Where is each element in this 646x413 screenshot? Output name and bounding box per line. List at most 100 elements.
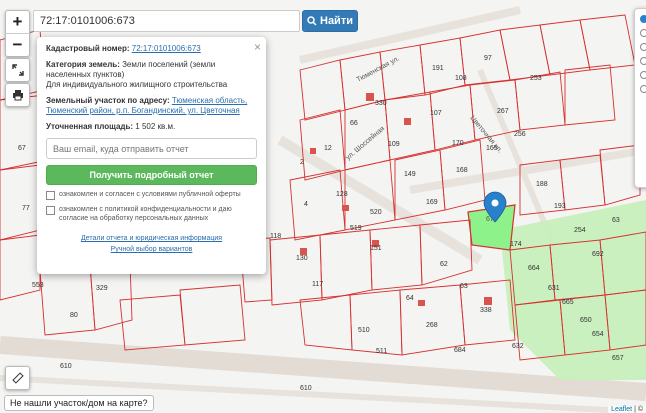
layer-radio[interactable] [640,85,646,93]
parcel-info-popup: × Кадастровый номер: 72:17:0101006:673 К… [37,37,266,274]
category-label: Категория земель: [46,60,120,69]
svg-text:684: 684 [454,347,466,354]
svg-text:128: 128 [336,191,348,198]
svg-text:267: 267 [497,108,509,115]
svg-text:268: 268 [426,322,438,329]
cadastral-number-link[interactable]: 72:17:0101006:673 [132,44,201,53]
svg-text:63: 63 [460,283,468,290]
svg-text:64: 64 [406,295,414,302]
permitted-use: Для индивидуального жилищного строительс… [46,80,228,89]
svg-text:193: 193 [554,203,566,210]
category-row: Категория земель: Земли поселений (земли… [46,60,257,90]
svg-text:664: 664 [528,265,540,272]
offer-consent[interactable]: ознакомлен и согласен с условиями публич… [46,190,257,200]
svg-text:253: 253 [530,75,542,82]
svg-text:169: 169 [426,199,438,206]
address-label: Земельный участок по адресу: [46,96,170,105]
privacy-checkbox[interactable] [46,206,55,215]
svg-text:631: 631 [548,285,560,292]
privacy-consent[interactable]: ознакомлен с политикой конфиденциальност… [46,205,257,223]
address-row: Земельный участок по адресу: Тюменская о… [46,96,257,116]
popup-links: Детали отчета и юридическая информация Р… [46,233,257,255]
expand-icon [11,64,24,76]
zoom-control: + − [5,10,30,57]
print-button[interactable] [5,83,30,107]
svg-text:80: 80 [70,312,78,319]
svg-text:2: 2 [300,159,304,166]
not-found-button[interactable]: Не нашли участок/дом на карте? [4,395,154,411]
cadastral-label: Кадастровый номер: [46,44,130,53]
zoom-in-button[interactable]: + [6,11,29,33]
cadastral-row: Кадастровый номер: 72:17:0101006:673 [46,44,257,54]
get-report-button[interactable]: Получить подробный отчет [46,165,257,185]
svg-text:330: 330 [375,100,387,107]
zoom-out-button[interactable]: − [6,33,29,56]
svg-text:149: 149 [404,171,416,178]
svg-text:657: 657 [612,355,624,362]
area-label: Уточненная площадь: [46,122,134,131]
search-icon [307,16,317,26]
svg-text:4: 4 [304,201,308,208]
search-button-label: Найти [320,15,353,27]
svg-text:170: 170 [452,140,464,147]
layers-panel[interactable] [634,8,646,188]
layer-radio[interactable] [640,57,646,65]
map-attribution: Leaflet | © [608,406,646,413]
svg-text:188: 188 [536,181,548,188]
fullscreen-button[interactable] [5,58,30,82]
svg-text:130: 130 [296,255,308,262]
svg-text:610: 610 [300,385,312,392]
svg-text:191: 191 [432,65,444,72]
ruler-icon [11,372,24,384]
svg-text:338: 338 [480,307,492,314]
svg-text:62: 62 [440,261,448,268]
svg-text:511: 511 [376,348,387,355]
svg-text:174: 174 [510,241,522,248]
svg-text:329: 329 [96,285,108,292]
ruler-button[interactable] [5,366,30,390]
svg-text:254: 254 [574,227,586,234]
svg-text:256: 256 [514,131,526,138]
svg-text:97: 97 [484,55,492,62]
layer-radio[interactable] [640,43,646,51]
printer-icon [12,90,23,101]
layer-radio[interactable] [640,15,646,23]
svg-text:665: 665 [562,299,574,306]
svg-text:610: 610 [60,363,72,370]
svg-text:66: 66 [350,120,358,127]
area-value: 1 502 кв.м. [135,122,176,131]
search-button[interactable]: Найти [302,10,358,32]
privacy-consent-label: ознакомлен с политикой конфиденциальност… [59,206,232,222]
email-field[interactable] [46,138,257,159]
svg-text:117: 117 [312,281,323,288]
svg-text:67: 67 [18,145,26,152]
svg-text:165: 165 [486,145,498,152]
manual-select-link[interactable]: Ручной выбор вариантов [111,246,193,253]
svg-text:519: 519 [350,225,362,232]
svg-text:118: 118 [270,233,281,240]
area-row: Уточненная площадь: 1 502 кв.м. [46,122,257,132]
svg-text:77: 77 [22,205,30,212]
svg-text:63: 63 [612,217,620,224]
svg-text:108: 108 [455,75,467,82]
svg-text:650: 650 [580,317,592,324]
svg-text:109: 109 [388,141,400,148]
cadastral-search-input[interactable] [33,10,300,32]
layer-radio[interactable] [640,29,646,37]
svg-text:12: 12 [324,145,332,152]
offer-checkbox[interactable] [46,191,55,200]
svg-text:654: 654 [592,331,604,338]
layer-radio[interactable] [640,71,646,79]
svg-text:692: 692 [592,251,604,258]
svg-text:510: 510 [358,327,370,334]
svg-text:168: 168 [456,167,468,174]
close-icon[interactable]: × [254,40,261,54]
attribution-suffix: | © [632,406,643,413]
leaflet-link[interactable]: Leaflet [611,406,632,413]
report-details-link[interactable]: Детали отчета и юридическая информация [81,235,222,242]
svg-text:553: 553 [32,282,44,289]
svg-text:107: 107 [430,110,442,117]
svg-text:520: 520 [370,209,382,216]
svg-text:151: 151 [370,245,382,252]
offer-consent-label: ознакомлен и согласен с условиями публич… [59,191,241,198]
